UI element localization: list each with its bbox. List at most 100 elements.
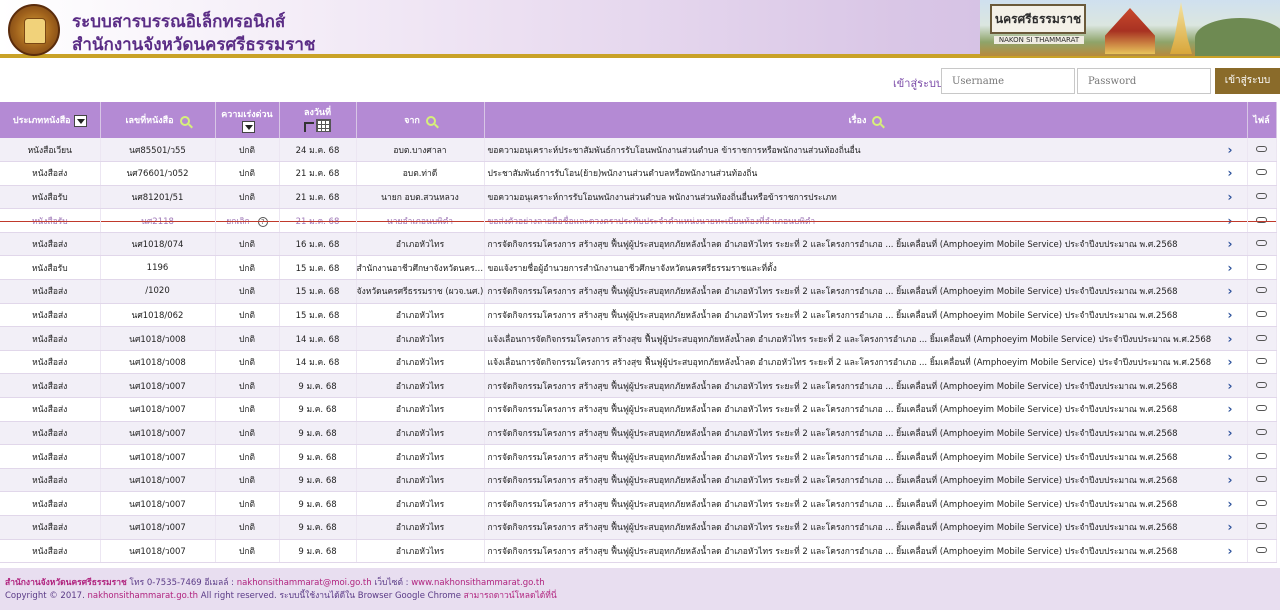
attachment-icon[interactable] xyxy=(1256,499,1267,506)
attachment-icon[interactable] xyxy=(1256,476,1267,483)
cell-file[interactable] xyxy=(1247,326,1277,351)
attachment-icon[interactable] xyxy=(1256,169,1267,176)
cell-subject-text[interactable]: แจ้งเลื่อนการจัดกิจกรรมโครงการ สร้างสุข … xyxy=(488,335,1212,345)
table-row[interactable]: หนังสือส่ง นศ1018/ว007 ปกติ 9 ม.ค. 68 อำเภอห… xyxy=(0,491,1277,516)
footer-email-link[interactable]: nakhonsithammarat@moi.go.th xyxy=(237,578,372,588)
column-header-type[interactable]: ประเภทหนังสือ xyxy=(0,102,101,138)
table-row[interactable]: หนังสือส่ง นศ1018/ว007 ปกติ 9 ม.ค. 68 อำเภอห… xyxy=(0,468,1277,493)
cell-file[interactable] xyxy=(1247,515,1277,540)
cell-subject-text[interactable]: การจัดกิจกรรมโครงการ สร้างสุข ฟื้นฟูผู้ป… xyxy=(488,547,1178,557)
column-header-urgency[interactable]: ความเร่งด่วน xyxy=(215,102,280,138)
table-row[interactable]: หนังสือส่ง นศ1018/ว007 ปกติ 9 ม.ค. 68 อำเภอห… xyxy=(0,421,1277,446)
type-dropdown-icon[interactable] xyxy=(73,114,87,127)
chevron-right-icon[interactable]: › xyxy=(1228,214,1233,228)
cell-file[interactable] xyxy=(1247,161,1277,186)
cell-subject-text[interactable]: การจัดกิจกรรมโครงการ สร้างสุข ฟื้นฟูผู้ป… xyxy=(488,476,1178,486)
cell-file[interactable] xyxy=(1247,138,1277,163)
attachment-icon[interactable] xyxy=(1256,523,1267,530)
cell-subject-text[interactable]: การจัดกิจกรรมโครงการ สร้างสุข ฟื้นฟูผู้ป… xyxy=(488,382,1178,392)
cell-subject-text[interactable]: แจ้งเลื่อนการจัดกิจกรรมโครงการ สร้างสุข … xyxy=(488,358,1212,368)
column-header-subject[interactable]: เรื่อง xyxy=(484,102,1248,138)
chevron-right-icon[interactable]: › xyxy=(1228,261,1233,275)
attachment-icon[interactable] xyxy=(1256,452,1267,459)
cell-file[interactable] xyxy=(1247,303,1277,328)
cell-subject[interactable]: › การจัดกิจกรรมโครงการ สร้างสุข ฟื้นฟูผู้… xyxy=(484,468,1248,493)
cell-subject[interactable]: › การจัดกิจกรรมโครงการ สร้างสุข ฟื้นฟูผู้… xyxy=(484,373,1248,399)
cell-subject[interactable]: › การจัดกิจกรรมโครงการ สร้างสุข ฟื้นฟูผู้… xyxy=(484,232,1248,257)
cell-subject-text[interactable]: ขอส่งตัวอย่างลายมือชื่อและดวงตราประทับปร… xyxy=(488,217,816,227)
cell-subject-text[interactable]: ขอความอนุเคราะห์การรับโอนพนักงานส่วนตำบล… xyxy=(488,193,837,203)
column-header-date[interactable]: ลงวันที่ xyxy=(279,102,357,138)
cell-subject-text[interactable]: ขอแจ้งรายชื่อผู้อำนวยการสำนักงานอาชีวศึก… xyxy=(488,264,777,274)
cell-subject[interactable]: › การจัดกิจกรรมโครงการ สร้างสุข ฟื้นฟูผู้… xyxy=(484,303,1248,328)
table-row[interactable]: หนังสือส่ง นศ1018/ว008 ปกติ 14 ม.ค. 68 อำเภอ… xyxy=(0,350,1277,375)
attachment-icon[interactable] xyxy=(1256,358,1267,365)
username-input[interactable] xyxy=(941,68,1075,94)
search-icon[interactable] xyxy=(179,115,190,126)
cell-subject[interactable]: › การจัดกิจกรรมโครงการ สร้างสุข ฟื้นฟูผู้… xyxy=(484,397,1248,422)
chevron-right-icon[interactable]: › xyxy=(1228,355,1233,369)
table-row[interactable]: หนังสือรับ 1196 ปกติ 15 ม.ค. 68 สำนักงานอาชี… xyxy=(0,255,1277,281)
cell-subject-text[interactable]: การจัดกิจกรรมโครงการ สร้างสุข ฟื้นฟูผู้ป… xyxy=(488,523,1178,533)
cell-subject-text[interactable]: ประชาสัมพันธ์การรับโอน(ย้าย)พนักงานส่วนต… xyxy=(488,169,758,179)
login-button[interactable]: เข้าสู่ระบบ xyxy=(1215,68,1280,94)
cell-file[interactable] xyxy=(1247,444,1277,469)
password-input[interactable] xyxy=(1077,68,1211,94)
cell-subject-text[interactable]: การจัดกิจกรรมโครงการ สร้างสุข ฟื้นฟูผู้ป… xyxy=(488,429,1178,439)
cell-file[interactable] xyxy=(1247,232,1277,257)
cell-file[interactable] xyxy=(1247,350,1277,375)
search-icon[interactable] xyxy=(872,115,883,126)
cell-file[interactable] xyxy=(1247,539,1277,564)
cell-subject[interactable]: › การจัดกิจกรรมโครงการ สร้างสุข ฟื้นฟูผู้… xyxy=(484,279,1248,304)
cell-file[interactable] xyxy=(1247,255,1277,281)
chevron-right-icon[interactable]: › xyxy=(1228,143,1233,157)
search-icon[interactable] xyxy=(425,115,436,126)
chevron-right-icon[interactable]: › xyxy=(1228,190,1233,204)
cell-subject-text[interactable]: การจัดกิจกรรมโครงการ สร้างสุข ฟื้นฟูผู้ป… xyxy=(488,311,1178,321)
urgency-dropdown-icon[interactable] xyxy=(242,121,255,133)
table-row[interactable]: หนังสือส่ง นศ1018/062 ปกติ 15 ม.ค. 68 อำเภอห… xyxy=(0,303,1277,328)
attachment-icon[interactable] xyxy=(1256,428,1267,435)
column-header-number[interactable]: เลขที่หนังสือ xyxy=(100,102,216,138)
attachment-icon[interactable] xyxy=(1256,216,1267,223)
cell-subject[interactable]: › การจัดกิจกรรมโครงการ สร้างสุข ฟื้นฟูผู้… xyxy=(484,421,1248,446)
help-icon[interactable]: ? xyxy=(257,216,268,227)
attachment-icon[interactable] xyxy=(1256,381,1267,388)
cell-file[interactable] xyxy=(1247,279,1277,304)
chevron-right-icon[interactable]: › xyxy=(1228,308,1233,322)
cell-subject[interactable]: › ประชาสัมพันธ์การรับโอน(ย้าย)พนักงานส่วน… xyxy=(484,161,1248,186)
cell-subject[interactable]: › การจัดกิจกรรมโครงการ สร้างสุข ฟื้นฟูผู้… xyxy=(484,515,1248,540)
cell-subject[interactable]: › การจัดกิจกรรมโครงการ สร้างสุข ฟื้นฟูผู้… xyxy=(484,444,1248,469)
table-row[interactable]: หนังสือส่ง นศ1018/ว007 ปกติ 9 ม.ค. 68 อำเภอห… xyxy=(0,539,1277,564)
cell-subject[interactable]: › ขอส่งตัวอย่างลายมือชื่อและดวงตราประทับป… xyxy=(484,208,1248,233)
attachment-icon[interactable] xyxy=(1256,145,1267,152)
table-row[interactable]: หนังสือส่ง/1020 ปกติ 15 ม.ค. 68 จังหวัดนครศ… xyxy=(0,279,1277,304)
cell-subject[interactable]: › แจ้งเลื่อนการจัดกิจกรรมโครงการ สร้างสุข… xyxy=(484,350,1248,375)
attachment-icon[interactable] xyxy=(1256,287,1267,294)
attachment-icon[interactable] xyxy=(1256,192,1267,199)
footer-download-link[interactable]: สามารถดาวน์โหลดได้ที่นี่ xyxy=(464,591,557,601)
cell-file[interactable] xyxy=(1247,373,1277,399)
table-row[interactable]: หนังสือส่ง นศ1018/074 ปกติ 16 ม.ค. 68 อำเภอห… xyxy=(0,232,1277,257)
footer-copyright-link[interactable]: nakhonsithammarat.go.th xyxy=(87,591,198,601)
chevron-right-icon[interactable]: › xyxy=(1228,497,1233,511)
table-row[interactable]: หนังสือเวียน นศ85501/ว55 ปกติ 24 ม.ค. 68 อบต… xyxy=(0,138,1277,163)
column-header-from[interactable]: จาก xyxy=(356,102,485,138)
attachment-icon[interactable] xyxy=(1256,546,1267,553)
table-row[interactable]: หนังสือรับ นศ81201/51 ปกติ 21 ม.ค. 68 นายก อ… xyxy=(0,185,1277,210)
chevron-right-icon[interactable]: › xyxy=(1228,166,1233,180)
cell-subject-text[interactable]: การจัดกิจกรรมโครงการ สร้างสุข ฟื้นฟูผู้ป… xyxy=(488,500,1178,510)
cell-subject[interactable]: › ขอความอนุเคราะห์ประชาสัมพันธ์การรับโอนพ… xyxy=(484,138,1248,163)
table-row[interactable]: หนังสือรับ นศ2118 ยกเลิก? 21 ม.ค. 68 นายอำเภ… xyxy=(0,208,1277,233)
calendar-icon[interactable] xyxy=(316,119,331,132)
footer-website-link[interactable]: www.nakhonsithammarat.go.th xyxy=(411,578,544,588)
cell-file[interactable] xyxy=(1247,468,1277,493)
chevron-right-icon[interactable]: › xyxy=(1228,450,1233,464)
attachment-icon[interactable] xyxy=(1256,334,1267,341)
cell-subject-text[interactable]: การจัดกิจกรรมโครงการ สร้างสุข ฟื้นฟูผู้ป… xyxy=(488,287,1178,297)
table-row[interactable]: หนังสือส่ง นศ1018/ว007 ปกติ 9 ม.ค. 68 อำเภอห… xyxy=(0,515,1277,540)
cell-file[interactable] xyxy=(1247,185,1277,210)
chevron-right-icon[interactable]: › xyxy=(1228,332,1233,346)
chevron-right-icon[interactable]: › xyxy=(1228,284,1233,298)
table-row[interactable]: หนังสือส่ง นศ1018/ว007 ปกติ 9 ม.ค. 68 อำเภอห… xyxy=(0,397,1277,422)
